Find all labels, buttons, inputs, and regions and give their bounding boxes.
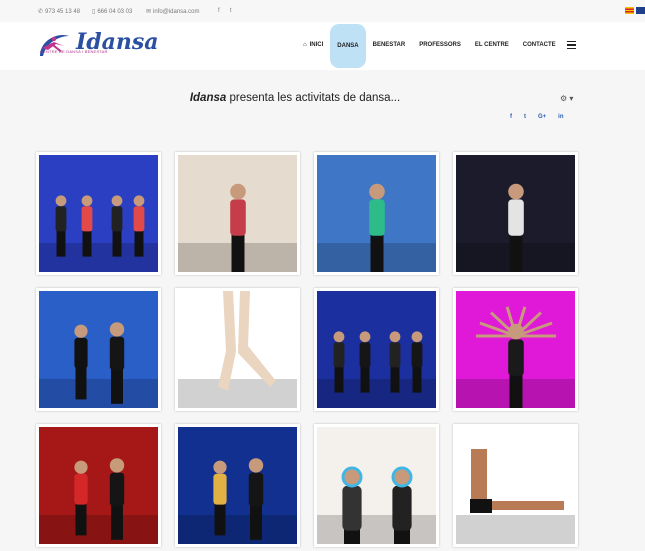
dancer-figure bbox=[392, 466, 412, 544]
mobile-icon: ▯ bbox=[92, 9, 96, 15]
gallery-photo[interactable] bbox=[314, 424, 439, 547]
gallery-photo[interactable] bbox=[453, 424, 578, 547]
nav-label: INICI bbox=[309, 42, 324, 48]
gallery-photo[interactable] bbox=[175, 424, 300, 547]
twitter-icon: t bbox=[230, 8, 232, 14]
site-header: Idansa CENTRE DE DANSA I BENESTAR ⌂ INIC… bbox=[0, 22, 645, 71]
topbar-twitter[interactable]: t bbox=[230, 8, 232, 14]
phone-2-text: 666 04 03 03 bbox=[97, 8, 133, 15]
dancer-figure bbox=[74, 460, 88, 536]
girl-stretching-mat-photo bbox=[178, 155, 297, 272]
dancer-figure bbox=[333, 331, 345, 393]
group-on-stage-photo bbox=[317, 291, 436, 408]
settings-gear-icon[interactable]: ⚙ ▾ bbox=[560, 94, 573, 103]
two-dancers-floor-photo bbox=[39, 291, 158, 408]
dancer-figure bbox=[369, 183, 385, 272]
facebook-icon: f bbox=[218, 8, 220, 14]
dancer-figure bbox=[109, 322, 125, 404]
gallery-photo[interactable] bbox=[36, 288, 161, 411]
phone-1-text: 973 45 13 48 bbox=[45, 8, 81, 15]
dancer-figure bbox=[342, 466, 362, 544]
share-facebook-icon[interactable]: f bbox=[510, 114, 512, 120]
phone-2[interactable]: ▯ 666 04 03 03 bbox=[92, 8, 133, 16]
kids-dancers-photo bbox=[39, 155, 158, 272]
gallery-photo[interactable] bbox=[314, 152, 439, 275]
gallery-photo[interactable] bbox=[175, 288, 300, 411]
nav-item-professors[interactable]: PROFESSORS bbox=[412, 22, 468, 68]
home-icon: ⌂ bbox=[303, 42, 307, 48]
party-glasses-photo bbox=[317, 427, 436, 544]
dancer-figure bbox=[508, 183, 524, 272]
share-linkedin-icon[interactable]: in bbox=[558, 114, 563, 120]
share-buttons: f t G+ in bbox=[510, 114, 564, 120]
gallery-photo[interactable] bbox=[36, 424, 161, 547]
dancer-figure bbox=[248, 458, 264, 540]
dancer-logo-icon bbox=[40, 34, 69, 56]
nav-item-contacte[interactable]: CONTACTE bbox=[516, 22, 563, 68]
topbar-facebook[interactable]: f bbox=[218, 8, 220, 14]
nav-label: DANSA bbox=[337, 43, 359, 49]
email-text: info@idansa.com bbox=[153, 8, 200, 15]
salsa-couple-photo bbox=[39, 427, 158, 544]
couple-embrace-photo bbox=[178, 427, 297, 544]
headline-text: presenta les activitats de dansa... bbox=[229, 92, 401, 104]
main-content: Idansa presenta les activitats de dansa.… bbox=[0, 70, 645, 551]
nav-item-dansa[interactable]: DANSA bbox=[330, 24, 366, 68]
dancer-figure bbox=[508, 323, 524, 408]
girl-arms-up-photo bbox=[317, 155, 436, 272]
dancer-figure bbox=[213, 460, 227, 536]
nav-label: BENESTAR bbox=[372, 42, 406, 48]
phone-icon: ✆ bbox=[38, 9, 44, 15]
dancer-figure bbox=[411, 331, 423, 393]
nav-item-el-centre[interactable]: EL CENTRE bbox=[468, 22, 516, 68]
headline-brand: Idansa bbox=[189, 92, 227, 104]
logo[interactable]: Idansa bbox=[36, 30, 159, 60]
pointe-shoes-photo bbox=[178, 291, 297, 408]
athlete-l-sit-photo bbox=[456, 427, 575, 544]
dancer-figure bbox=[359, 331, 371, 393]
logo-tagline: CENTRE DE DANSA I BENESTAR bbox=[40, 49, 108, 54]
dancer-figure bbox=[55, 195, 67, 257]
dancer-figure bbox=[81, 195, 93, 257]
gallery-photo[interactable] bbox=[453, 152, 578, 275]
english-flag-icon[interactable] bbox=[636, 7, 645, 14]
gallery-photo[interactable] bbox=[175, 152, 300, 275]
gallery-photo[interactable] bbox=[314, 288, 439, 411]
page-headline: Idansa presenta les activitats de dansa.… bbox=[0, 92, 590, 104]
nav-label: PROFESSORS bbox=[419, 42, 461, 48]
share-google-plus-icon[interactable]: G+ bbox=[538, 114, 546, 120]
main-nav: ⌂ INICI DANSA BENESTAR PROFESSORS EL CEN… bbox=[296, 22, 576, 68]
share-twitter-icon[interactable]: t bbox=[524, 114, 526, 120]
dancer-figure bbox=[74, 324, 88, 400]
email-link[interactable]: ✉ info@idansa.com bbox=[146, 8, 200, 16]
catalan-flag-icon[interactable] bbox=[625, 7, 634, 14]
hamburger-menu-icon[interactable] bbox=[566, 40, 576, 50]
nav-label: EL CENTRE bbox=[474, 42, 509, 48]
dancer-figure bbox=[109, 458, 125, 540]
nav-label: CONTACTE bbox=[522, 42, 556, 48]
dancer-figure bbox=[389, 331, 401, 393]
nav-item-inici[interactable]: ⌂ INICI bbox=[296, 22, 330, 68]
dancer-figure bbox=[230, 183, 246, 272]
top-contact-bar: ✆ 973 45 13 48 ▯ 666 04 03 03 ✉ info@ida… bbox=[0, 0, 645, 22]
envelope-icon: ✉ bbox=[146, 9, 152, 15]
many-arms-dancer-photo bbox=[456, 291, 575, 408]
gallery-photo[interactable] bbox=[36, 152, 161, 275]
dancer-figure bbox=[133, 195, 145, 257]
nav-item-benestar[interactable]: BENESTAR bbox=[366, 22, 413, 68]
girl-sitting-stage-photo bbox=[456, 155, 575, 272]
phone-1[interactable]: ✆ 973 45 13 48 bbox=[38, 8, 81, 16]
language-flags bbox=[625, 7, 645, 14]
dancer-figure bbox=[111, 195, 123, 257]
gallery-photo[interactable] bbox=[453, 288, 578, 411]
